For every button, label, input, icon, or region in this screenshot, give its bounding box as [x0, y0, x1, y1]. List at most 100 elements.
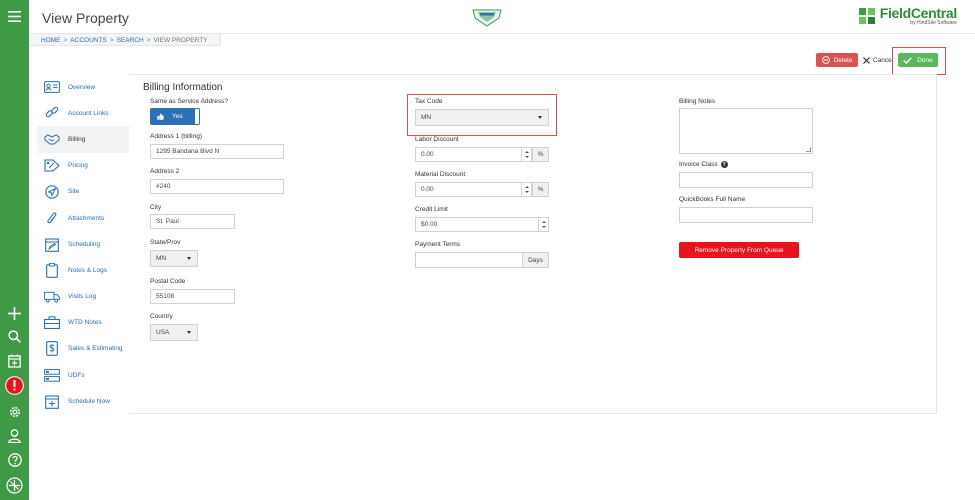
credit-limit-field[interactable]: $0.00 — [415, 217, 549, 232]
brand-name: FieldCentral — [879, 5, 958, 21]
chevron-down-icon — [187, 257, 191, 260]
payment-terms-label: Payment Terms — [415, 241, 461, 248]
question-circle-icon[interactable]: ? — [720, 161, 728, 168]
calendar-add-icon[interactable] — [5, 351, 24, 370]
stepper-up-icon[interactable] — [524, 151, 529, 154]
sidebar-item-label: UDFs — [68, 371, 85, 379]
address2-field[interactable]: #240 — [150, 179, 284, 194]
postal-field[interactable]: 55108 — [150, 289, 235, 304]
done-button[interactable]: Done — [898, 53, 938, 67]
country-select[interactable]: USA — [150, 324, 198, 341]
city-label: City — [150, 204, 162, 211]
sidebar-item-wtd-notes[interactable]: WTD Notes — [37, 310, 129, 336]
handshake-icon — [44, 131, 60, 147]
top-header: View Property FieldCentral by HindSite S… — [29, 0, 975, 34]
sidebar-item-notes-logs[interactable]: Notes & Logs — [37, 257, 129, 283]
city-field[interactable]: St. Paul — [150, 214, 235, 229]
payment-terms-field[interactable] — [415, 252, 523, 268]
location-arrow-icon — [44, 184, 60, 200]
cancel-button[interactable]: Cancel — [863, 53, 893, 67]
brand-logo-icon[interactable] — [5, 476, 24, 495]
sidebar-item-scheduling[interactable]: Scheduling — [37, 231, 129, 257]
labor-discount-stepper[interactable] — [521, 148, 531, 161]
address1-label: Address 1 (billing) — [150, 133, 203, 140]
country-label: Country — [150, 313, 173, 320]
tax-code-value: MN — [421, 114, 432, 121]
stepper-down-icon[interactable] — [541, 225, 546, 228]
search-icon[interactable] — [5, 327, 24, 346]
stepper-up-icon[interactable] — [524, 186, 529, 189]
help-icon[interactable] — [5, 450, 24, 469]
breadcrumb-search[interactable]: SEARCH — [117, 37, 144, 44]
sidebar-item-udfs[interactable]: UDFs — [37, 362, 129, 388]
percent-addon: % — [532, 182, 549, 197]
stepper-down-icon[interactable] — [524, 190, 529, 193]
breadcrumb-separator: > — [109, 36, 114, 44]
sidebar-item-overview[interactable]: Overview — [37, 74, 129, 100]
sidebar-item-schedule-now[interactable]: Schedule Now — [37, 388, 129, 414]
stepper-down-icon[interactable] — [524, 155, 529, 158]
plus-icon[interactable] — [5, 304, 24, 323]
qb-full-name-label: QuickBooks Full Name — [679, 196, 746, 203]
state-label: State/Prov — [150, 239, 181, 246]
breadcrumb-separator: > — [146, 36, 151, 44]
paperclip-icon — [44, 210, 60, 226]
resize-handle-icon[interactable] — [806, 147, 811, 152]
sidebar-item-account-links[interactable]: Account Links — [37, 100, 129, 126]
sidebar-item-label: Visits Log — [68, 293, 97, 301]
remove-from-queue-button[interactable]: Remove Property From Queue — [679, 242, 799, 258]
chevron-down-icon — [538, 116, 542, 119]
user-icon[interactable] — [5, 426, 24, 445]
sidebar-item-label: Overview — [68, 83, 96, 91]
section-title: Billing Information — [143, 82, 223, 93]
address2-label: Address 2 — [150, 168, 180, 175]
sidebar-item-billing[interactable]: Billing — [37, 126, 129, 153]
stepper-up-icon[interactable] — [541, 221, 546, 224]
breadcrumb-home[interactable]: HOME — [41, 37, 61, 44]
same-as-service-label: Same as Service Address? — [150, 98, 229, 105]
state-select[interactable]: MN — [150, 250, 198, 267]
delete-button[interactable]: Delete — [816, 53, 858, 67]
billing-notes-textarea[interactable] — [679, 108, 813, 154]
id-card-icon — [44, 79, 60, 95]
sidebar-item-site[interactable]: Site — [37, 179, 129, 205]
sidebar-item-attachments[interactable]: Attachments — [37, 205, 129, 231]
breadcrumb-accounts[interactable]: ACCOUNTS — [70, 37, 106, 44]
menu-icon[interactable] — [5, 7, 24, 26]
material-discount-field[interactable]: 0.00 — [415, 182, 532, 197]
sidebar-item-label: Scheduling — [68, 240, 101, 248]
gear-icon[interactable] — [5, 402, 24, 421]
same-as-service-toggle[interactable]: Yes — [150, 108, 200, 125]
invoice-dollar-icon — [44, 341, 60, 357]
material-discount-stepper[interactable] — [521, 183, 531, 196]
sidebar-item-label: Pricing — [68, 162, 88, 170]
postal-label: Postal Code — [150, 278, 186, 285]
labor-discount-field[interactable]: 0.00 — [415, 147, 532, 162]
material-discount-value: 0.00 — [421, 186, 434, 193]
breadcrumb-separator: > — [63, 36, 68, 44]
credit-limit-stepper[interactable] — [538, 218, 548, 231]
alert-icon[interactable] — [5, 376, 24, 395]
labor-discount-value: 0.00 — [421, 151, 434, 158]
tax-code-select[interactable]: MN — [415, 109, 549, 126]
sidebar-item-label: Account Links — [68, 109, 109, 117]
sidebar-item-sales-estimating[interactable]: Sales & Estimating — [37, 336, 129, 362]
chevron-down-icon — [187, 331, 191, 334]
property-sidenav: Overview Account Links Billing Pricing S… — [37, 74, 129, 414]
company-logo-icon — [471, 6, 503, 28]
address1-field[interactable]: 1295 Bandana Blvd N — [150, 144, 284, 159]
calendar-edit-icon — [44, 236, 60, 252]
material-discount-label: Material Discount — [415, 171, 466, 178]
page-title: View Property — [42, 10, 129, 26]
country-value: USA — [156, 329, 170, 336]
credit-limit-label: Credit Limit — [415, 206, 448, 213]
days-addon: Days — [522, 252, 549, 268]
thumbs-up-icon — [157, 113, 164, 120]
sidebar-item-pricing[interactable]: Pricing — [37, 153, 129, 179]
sidebar-item-label: Notes & Logs — [68, 266, 108, 274]
qb-full-name-field[interactable] — [679, 207, 813, 223]
state-value: MN — [156, 255, 167, 262]
invoice-class-field[interactable] — [679, 172, 813, 188]
sidebar-item-visits-log[interactable]: Visits Log — [37, 284, 129, 310]
labor-discount-label: Labor Discount — [415, 136, 459, 143]
